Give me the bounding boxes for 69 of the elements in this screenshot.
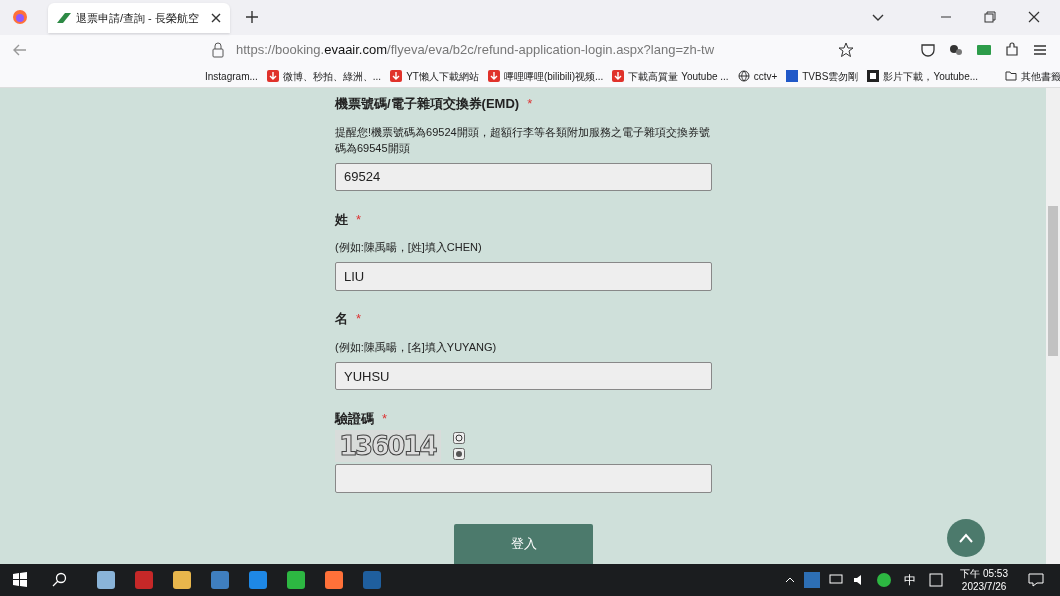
download-icon: [487, 70, 500, 82]
login-button[interactable]: 登入: [454, 524, 593, 564]
app-icon[interactable]: [324, 570, 344, 590]
pocket-icon[interactable]: [920, 42, 936, 58]
search-icon[interactable]: [52, 572, 68, 588]
bookmark-item[interactable]: 微博、秒拍、綠洲、...: [266, 68, 382, 84]
bookmark-item[interactable]: TVBS雲勿剛: [786, 68, 859, 84]
app-icon[interactable]: [96, 570, 116, 590]
browser-tab[interactable]: 退票申請/查詢 - 長榮航空: [48, 3, 230, 33]
field-label: 姓: [335, 210, 348, 229]
download-icon: [390, 70, 403, 82]
browser-logo-icon[interactable]: [12, 9, 28, 25]
scroll-to-top-button[interactable]: [947, 519, 985, 557]
bookmark-item[interactable]: Instagram...: [205, 68, 258, 84]
app-icon[interactable]: [248, 570, 268, 590]
refresh-icon[interactable]: [453, 432, 465, 445]
audio-icon[interactable]: [453, 448, 465, 461]
back-arrow-icon[interactable]: [12, 42, 28, 58]
puzzle-icon[interactable]: [1004, 42, 1020, 58]
app-icon[interactable]: [210, 570, 230, 590]
close-icon[interactable]: [210, 12, 222, 24]
notification-icon[interactable]: [1028, 572, 1044, 588]
text-input[interactable]: 69524: [335, 162, 712, 192]
restore-icon[interactable]: [984, 11, 996, 23]
menu-icon[interactable]: [1032, 42, 1048, 58]
field-hint: (例如:陳禹暘，[姓]填入CHEN): [335, 240, 483, 256]
windows-start-icon[interactable]: [12, 572, 28, 588]
clock-date: 2023/7/26: [961, 580, 1007, 593]
lock-icon: [212, 42, 224, 58]
square-logo-icon: [786, 70, 799, 82]
tab-title: 退票申請/查詢 - 長榮航空: [76, 10, 200, 26]
text-input[interactable]: [335, 464, 712, 493]
text-input[interactable]: YUHSU: [335, 361, 712, 391]
new-tab-icon[interactable]: [246, 11, 258, 23]
input-method-indicator[interactable]: 中: [904, 571, 917, 589]
bookmark-item[interactable]: 下載高質量 Youtube ...: [612, 68, 729, 84]
required-mark: *: [382, 409, 388, 428]
field-label: 名: [335, 310, 348, 329]
bookmark-item[interactable]: 影片下載，Youtube...: [867, 68, 979, 84]
download-icon: [266, 70, 279, 82]
field-hint: 提醒您!機票號碼為69524開頭，超額行李等各類附加服務之電子雜項交換券號碼為69545開頭: [335, 124, 711, 156]
text-input[interactable]: LIU: [335, 262, 712, 291]
app-icon[interactable]: [172, 570, 192, 590]
globe-icon: [737, 70, 750, 82]
film-icon: [867, 70, 880, 82]
field-hint: (例如:陳禹暘，[名]填入YUYANG): [335, 339, 498, 355]
required-mark: *: [356, 310, 362, 329]
tray-app-icon[interactable]: [804, 572, 821, 588]
scrollbar-thumb[interactable]: [1048, 206, 1058, 356]
clipboard-icon[interactable]: [928, 572, 945, 588]
required-mark: *: [527, 95, 533, 113]
close-window-icon[interactable]: [1028, 11, 1040, 23]
app-icon[interactable]: [286, 570, 306, 590]
bookmark-item[interactable]: YT懶人下載網站: [390, 68, 479, 84]
captcha-image: 136014: [335, 430, 441, 463]
field-label: 驗證碼: [335, 409, 374, 428]
star-icon[interactable]: [838, 42, 854, 58]
extension-dots-icon[interactable]: [948, 42, 964, 58]
field-label: 機票號碼/電子雜項交換券(EMD): [335, 95, 520, 113]
clock-time: 下午 05:53: [960, 567, 1008, 580]
bookmark-item[interactable]: 嗶哩嗶哩(bilibili)视频...: [487, 68, 604, 84]
bookmark-folder[interactable]: 其他書籤: [1005, 68, 1060, 84]
bookmark-item[interactable]: cctv+: [737, 68, 778, 84]
required-mark: *: [356, 210, 362, 229]
chat-icon[interactable]: [876, 572, 893, 588]
airline-logo-icon: [56, 12, 72, 24]
chevron-up-icon: [958, 532, 974, 544]
folder-icon: [1005, 70, 1018, 82]
download-icon: [612, 70, 625, 82]
